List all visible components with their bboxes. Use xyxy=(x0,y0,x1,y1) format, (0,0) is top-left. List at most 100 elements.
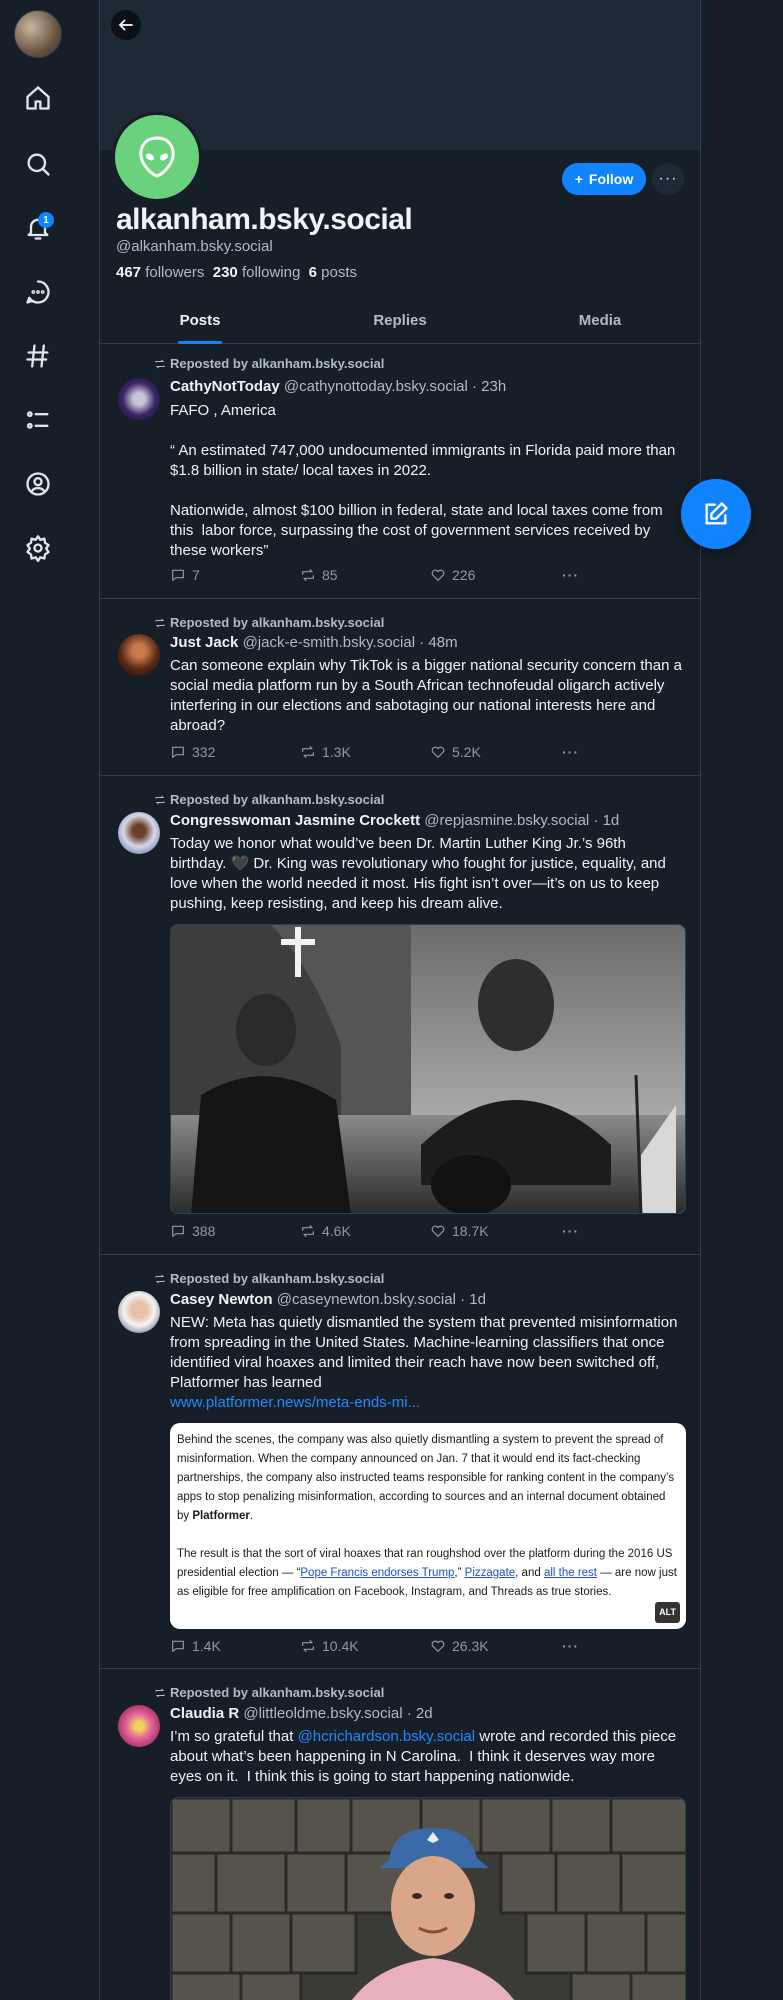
profile-handle: @alkanham.bsky.social xyxy=(116,238,273,255)
avatar[interactable] xyxy=(118,1705,160,1747)
gear-icon[interactable] xyxy=(22,532,54,564)
chat-icon[interactable] xyxy=(22,276,54,308)
reply-icon xyxy=(172,1640,184,1652)
avatar[interactable] xyxy=(118,1291,160,1333)
repost-icon xyxy=(302,746,314,758)
repost-icon xyxy=(155,1688,165,1697)
avatar[interactable] xyxy=(118,634,160,676)
repost-icon xyxy=(302,569,314,581)
post-text: FAFO , America “ An estimated 747,000 un… xyxy=(170,402,676,559)
reply-button[interactable]: 388 xyxy=(170,1223,215,1239)
post-image[interactable] xyxy=(170,1797,686,2000)
repost-icon xyxy=(155,1274,165,1283)
feed-post[interactable]: Reposted by alkanham.bsky.social Just Ja… xyxy=(100,599,700,776)
post-header: Casey Newton @caseynewton.bsky.social · … xyxy=(170,1291,486,1308)
tab-media[interactable]: Media xyxy=(500,300,700,343)
avatar[interactable] xyxy=(118,812,160,854)
post-actions: 7 85 226 ··· xyxy=(170,567,590,587)
repost-icon xyxy=(155,618,165,627)
reply-icon xyxy=(172,746,184,758)
like-button[interactable]: 18.7K xyxy=(430,1223,489,1239)
search-icon[interactable] xyxy=(22,148,54,180)
home-icon[interactable] xyxy=(22,82,54,114)
profile-tabs: Posts Replies Media xyxy=(100,300,700,344)
repost-icon xyxy=(302,1225,314,1237)
like-button[interactable]: 26.3K xyxy=(430,1638,489,1654)
reply-button[interactable]: 332 xyxy=(170,744,215,760)
follow-label: Follow xyxy=(588,171,634,187)
repost-button[interactable]: 1.3K xyxy=(300,744,351,760)
post-link[interactable]: www.platformer.news/meta-ends-mi... xyxy=(170,1394,420,1411)
feed-post[interactable]: Reposted by alkanham.bsky.social Casey N… xyxy=(100,1255,700,1669)
quote-link-pope: Pope Francis endorses Trump xyxy=(300,1567,455,1579)
feed-post[interactable]: Reposted by alkanham.bsky.social CathyNo… xyxy=(100,344,700,599)
avatar[interactable] xyxy=(118,378,160,420)
repost-button[interactable]: 4.6K xyxy=(300,1223,351,1239)
author-name[interactable]: Just Jack xyxy=(170,634,238,651)
author-handle[interactable]: @repjasmine.bsky.social · 1d xyxy=(424,812,619,829)
more-options-button[interactable]: ··· xyxy=(652,163,684,195)
followers-link[interactable]: 467 followers xyxy=(116,264,204,281)
hash-icon[interactable] xyxy=(22,340,54,372)
mlk-photo xyxy=(171,925,685,1213)
quote-link-rest: all the rest xyxy=(543,1567,598,1579)
repost-button[interactable]: 10.4K xyxy=(300,1638,359,1654)
arrow-left-icon xyxy=(119,19,133,31)
author-name[interactable]: Claudia R xyxy=(170,1705,239,1722)
profile-stats: 467 followers 230 following 6 posts xyxy=(116,264,357,281)
post-image[interactable] xyxy=(170,924,686,1214)
heart-icon xyxy=(431,1225,445,1237)
heart-icon xyxy=(431,569,445,581)
compose-button[interactable] xyxy=(681,479,751,549)
post-text: NEW: Meta has quietly dismantled the sys… xyxy=(170,1314,682,1411)
profile-avatar[interactable] xyxy=(112,112,202,202)
feed-post[interactable]: Reposted by alkanham.bsky.social Claudia… xyxy=(100,1669,700,2000)
compose-icon xyxy=(705,502,728,525)
post-actions: 1.4K 10.4K 26.3K ··· xyxy=(170,1638,590,1658)
post-more-button[interactable]: ··· xyxy=(562,1223,579,1239)
author-name[interactable]: Casey Newton xyxy=(170,1291,273,1308)
back-button[interactable] xyxy=(111,10,141,40)
tab-replies[interactable]: Replies xyxy=(300,300,500,343)
post-more-button[interactable]: ··· xyxy=(562,1638,579,1654)
alt-badge[interactable]: ALT xyxy=(655,1602,680,1623)
repost-indicator: Reposted by alkanham.bsky.social xyxy=(154,1271,384,1286)
like-button[interactable]: 5.2K xyxy=(430,744,481,760)
author-name[interactable]: CathyNotToday xyxy=(170,378,280,395)
post-text: I’m so grateful that @hcrichardson.bsky.… xyxy=(170,1728,681,1785)
tab-posts[interactable]: Posts xyxy=(100,300,300,343)
post-header: Claudia R @littleoldme.bsky.social · 2d xyxy=(170,1705,433,1722)
following-link[interactable]: 230 following xyxy=(213,264,301,281)
repost-button[interactable]: 85 xyxy=(300,567,338,583)
post-text: Can someone explain why TikTok is a bigg… xyxy=(170,657,687,734)
reply-button[interactable]: 7 xyxy=(170,567,200,583)
quote-link-pizzagate: Pizzagate xyxy=(464,1567,516,1579)
author-handle[interactable]: @jack-e-smith.bsky.social · 48m xyxy=(243,634,458,651)
notification-badge: 1 xyxy=(38,212,54,228)
like-button[interactable]: 226 xyxy=(430,567,475,583)
plus-icon: + xyxy=(574,171,583,187)
quoted-image-text[interactable]: Behind the scenes, the company was also … xyxy=(170,1423,686,1629)
list-icon[interactable] xyxy=(22,404,54,436)
post-text: Today we honor what would’ve been Dr. Ma… xyxy=(170,835,671,912)
follow-button[interactable]: + Follow xyxy=(562,163,646,195)
reply-button[interactable]: 1.4K xyxy=(170,1638,221,1654)
post-actions: 388 4.6K 18.7K ··· xyxy=(170,1223,590,1243)
repost-indicator: Reposted by alkanham.bsky.social xyxy=(154,356,384,371)
current-user-avatar[interactable] xyxy=(14,10,62,58)
feed-post[interactable]: Reposted by alkanham.bsky.social Congres… xyxy=(100,776,700,1255)
post-more-button[interactable]: ··· xyxy=(562,744,579,760)
user-circle-icon[interactable] xyxy=(22,468,54,500)
post-more-button[interactable]: ··· xyxy=(562,567,579,583)
post-header: CathyNotToday @cathynottoday.bsky.social… xyxy=(170,378,506,395)
author-handle[interactable]: @cathynottoday.bsky.social · 23h xyxy=(284,378,506,395)
post-actions: 332 1.3K 5.2K ··· xyxy=(170,744,590,764)
repost-indicator: Reposted by alkanham.bsky.social xyxy=(154,792,384,807)
posts-count: 6 posts xyxy=(308,264,358,281)
author-handle[interactable]: @caseynewton.bsky.social · 1d xyxy=(277,1291,486,1308)
repost-indicator: Reposted by alkanham.bsky.social xyxy=(154,615,384,630)
author-handle[interactable]: @littleoldme.bsky.social · 2d xyxy=(243,1705,432,1722)
repost-indicator: Reposted by alkanham.bsky.social xyxy=(154,1685,384,1700)
mention-link[interactable]: @hcrichardson.bsky.social xyxy=(298,1728,476,1745)
author-name[interactable]: Congresswoman Jasmine Crockett xyxy=(170,812,420,829)
